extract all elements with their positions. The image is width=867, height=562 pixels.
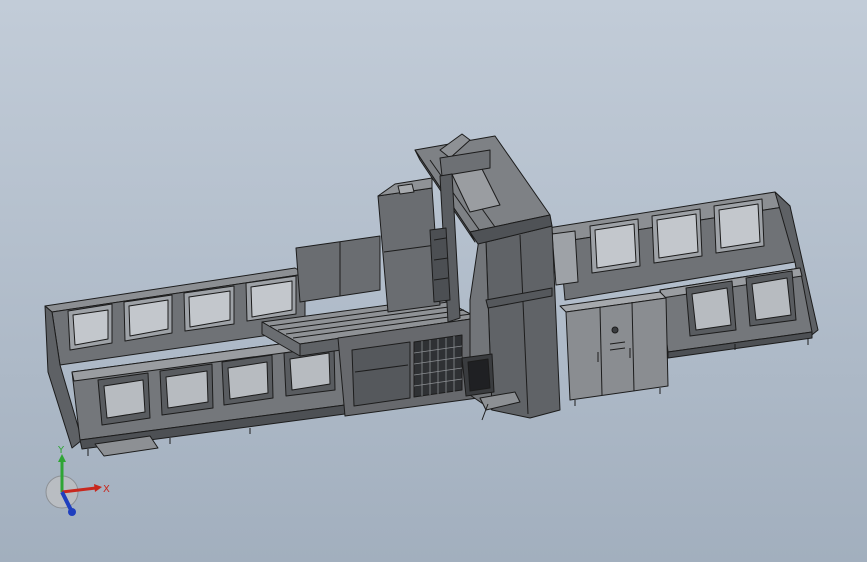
z-axis-arrowhead bbox=[68, 508, 76, 516]
x-axis-label: X bbox=[103, 484, 110, 495]
graphics-viewport[interactable]: X Y bbox=[0, 0, 867, 562]
orientation-triad[interactable]: X Y bbox=[40, 440, 130, 530]
electrical-cabinet[interactable] bbox=[559, 291, 669, 406]
y-axis-label: Y bbox=[57, 445, 65, 456]
rear-column-block[interactable] bbox=[295, 235, 381, 303]
x-axis-arrowhead bbox=[94, 484, 102, 492]
machine-model[interactable] bbox=[0, 0, 867, 562]
